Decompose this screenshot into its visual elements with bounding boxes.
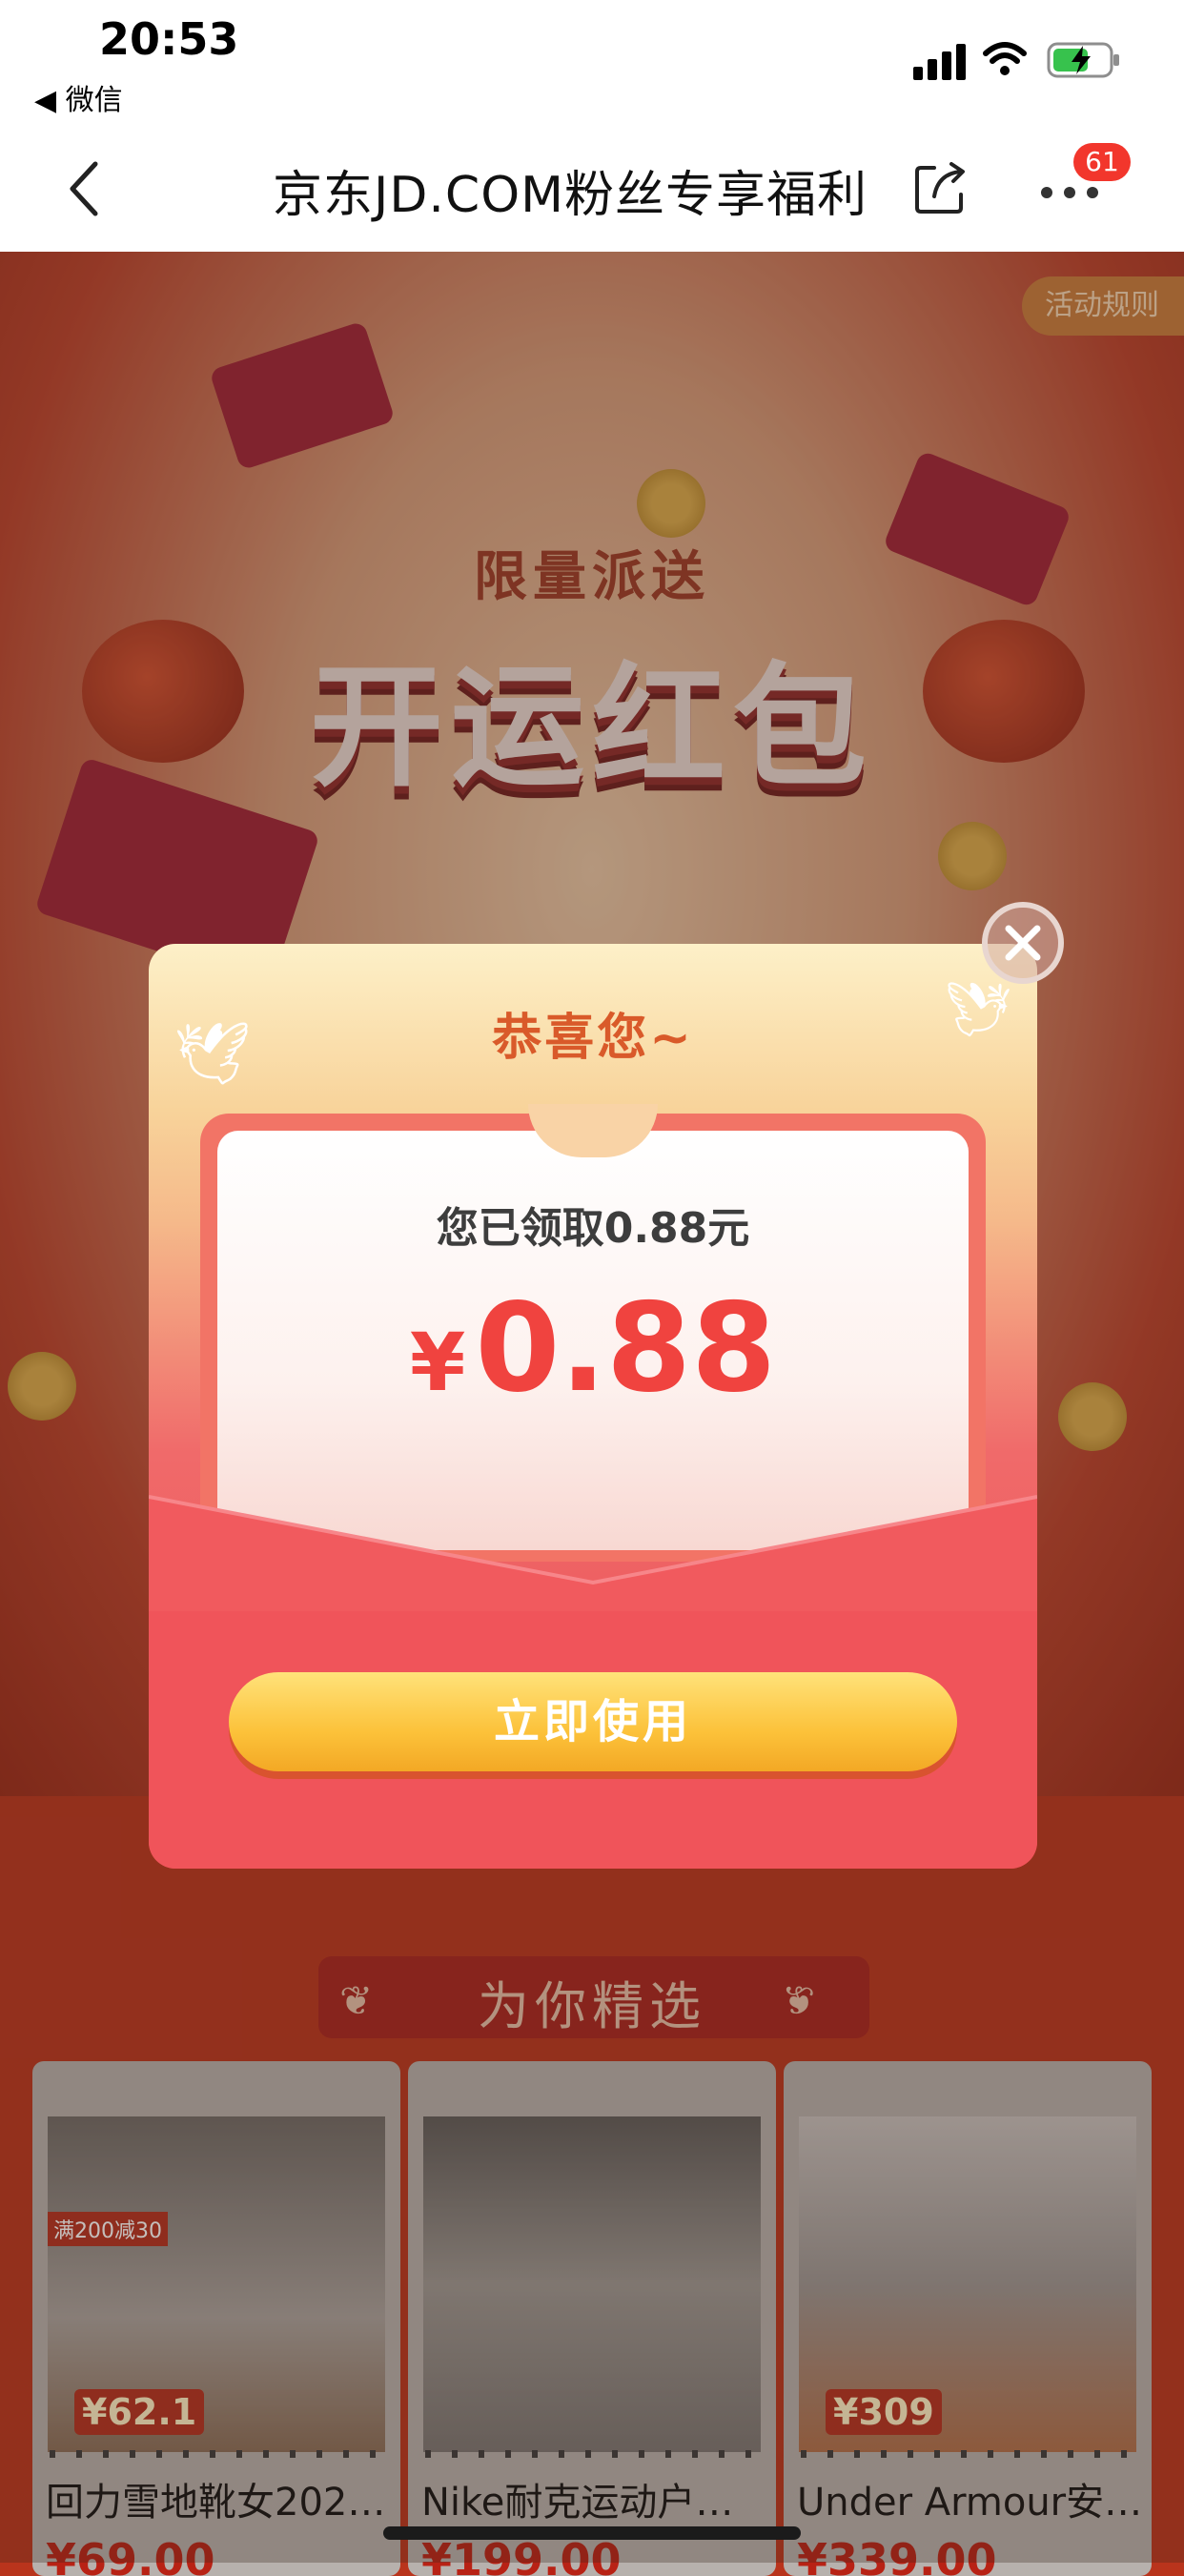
wifi-icon xyxy=(983,42,1027,75)
red-packet-amount: ¥0.88 xyxy=(149,1278,1037,1420)
notification-badge: 61 xyxy=(1073,143,1131,181)
use-now-button[interactable]: 立即使用 xyxy=(229,1672,957,1771)
home-indicator xyxy=(383,2526,801,2540)
received-amount-text: 您已领取0.88元 xyxy=(436,1204,750,1253)
back-to-wechat-link[interactable]: ◀ 微信 xyxy=(34,76,123,118)
amount-value: 0.88 xyxy=(475,1278,777,1420)
close-icon xyxy=(1005,925,1041,961)
cellular-signal-icon xyxy=(913,44,966,80)
back-chevron-icon[interactable] xyxy=(65,160,103,217)
currency-symbol: ¥ xyxy=(409,1316,466,1409)
close-button[interactable] xyxy=(982,902,1064,984)
status-bar: 20:53 ◀ 微信 xyxy=(0,0,1184,124)
more-options-icon[interactable] xyxy=(1039,183,1100,202)
nav-bar: 京东JD.COM粉丝专享福利 61 xyxy=(0,124,1184,252)
battery-charging-icon xyxy=(1047,42,1119,78)
modal-title: 恭喜您~ xyxy=(492,1010,694,1067)
red-envelope-modal: 🕊 🕊 恭喜您~ 您已领取0.88元 ¥0.88 立即使用 xyxy=(149,944,1037,1869)
share-icon[interactable] xyxy=(913,160,967,215)
page-title: 京东JD.COM粉丝专享福利 xyxy=(273,167,868,224)
status-time: 20:53 xyxy=(99,13,239,65)
